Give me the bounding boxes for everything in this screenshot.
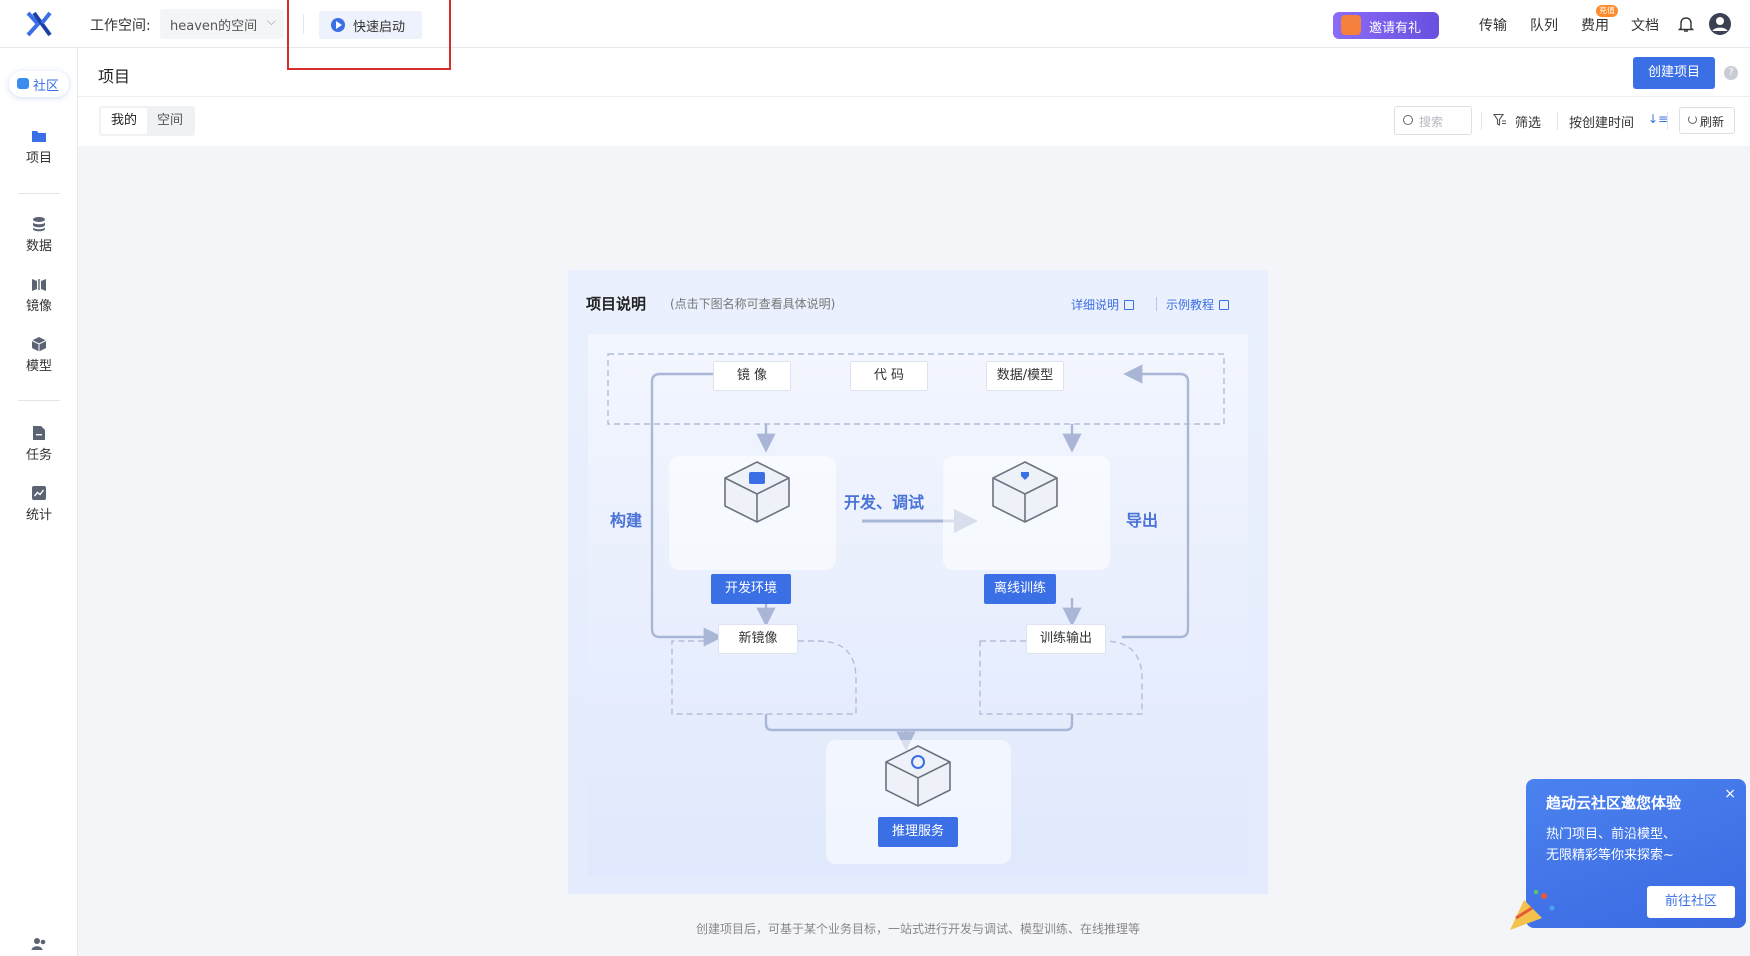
diagram-title: 项目说明 [586, 295, 647, 313]
community-button[interactable]: 社区 [9, 71, 69, 97]
project-diagram-card: 项目说明 (点击下图名称可查看具体说明) 详细说明 示例教程 镜 像 代 码 数… [568, 270, 1268, 894]
diagram-caption: 创建项目后，可基于某个业务目标，一站式进行开发与调试、模型训练、在线推理等 [695, 922, 1140, 936]
sidebar-item-task[interactable]: 任务 [0, 425, 78, 463]
node-new-mirror[interactable]: 新镜像 [718, 624, 798, 654]
folder-icon [32, 131, 46, 142]
offline-train-cube-icon [992, 461, 1058, 523]
refresh-icon [1688, 115, 1697, 124]
page-title: 项目 [98, 67, 131, 86]
workspace-label: 工作空间: [90, 18, 151, 34]
sidebar: 社区 项目 数据 镜像 模型 任务 统计 [0, 48, 78, 956]
sidebar-item-stats[interactable]: 统计 [0, 485, 78, 523]
sidebar-item-label: 数据 [25, 239, 52, 254]
user-avatar-icon[interactable] [1708, 12, 1732, 36]
detail-link[interactable]: 详细说明 [1071, 296, 1135, 313]
workspace-value: heaven的空间 [170, 19, 258, 34]
sidebar-item-mirror[interactable]: 镜像 [0, 276, 78, 314]
nav-docs[interactable]: 文档 [1631, 15, 1659, 35]
database-icon [33, 217, 45, 232]
label-dev-debug: 开发、调试 [844, 493, 925, 512]
top-bar: 工作空间: heaven的空间 ⌵ 快速启动 邀请有礼 传输 队列 费用 充值 … [0, 0, 1750, 70]
node-train-output[interactable]: 训练输出 [1026, 624, 1106, 654]
nav-fee[interactable]: 费用 [1581, 15, 1609, 35]
diagram-subtitle: (点击下图名称可查看具体说明) [670, 297, 836, 311]
sidebar-item-model[interactable]: 模型 [0, 336, 78, 374]
bell-icon[interactable] [1678, 15, 1694, 33]
node-data-model[interactable]: 数据/模型 [986, 361, 1064, 391]
tab-space[interactable]: 空间 [147, 108, 193, 134]
divider [1557, 112, 1558, 130]
dev-env-cube-icon [724, 461, 790, 523]
refresh-label: 刷新 [1700, 115, 1725, 129]
sidebar-item-label: 镜像 [25, 299, 52, 314]
sidebar-item-data[interactable]: 数据 [0, 216, 78, 254]
nav-queue[interactable]: 队列 [1530, 15, 1558, 35]
divider [78, 96, 1750, 97]
party-popper-icon [1510, 890, 1555, 930]
filter-button[interactable]: 筛选 [1493, 112, 1541, 131]
file-icon [33, 426, 45, 440]
tab-mine[interactable]: 我的 [101, 108, 148, 134]
sidebar-item-label: 模型 [25, 359, 52, 374]
sidebar-item-project[interactable]: 项目 [0, 128, 78, 166]
popup-text: 热门项目、前沿模型、 无限精彩等你来探索~ [1546, 824, 1736, 866]
tag-dev-env[interactable]: 开发环境 [711, 574, 791, 604]
sidebar-item-label: 项目 [25, 151, 52, 166]
scope-tabs: 我的 空间 [99, 106, 196, 136]
popup-title: 趋动云社区邀您体验 [1546, 794, 1682, 812]
chart-icon [32, 486, 46, 500]
users-icon[interactable] [31, 937, 47, 951]
logo-icon[interactable] [24, 10, 54, 38]
label-export: 导出 [1126, 511, 1159, 530]
sidebar-item-label: 统计 [25, 508, 52, 523]
gift-icon [1341, 15, 1361, 35]
divider [1481, 112, 1482, 130]
node-code[interactable]: 代 码 [850, 361, 928, 391]
chevron-down-icon: ⌵ [266, 14, 276, 28]
cube-icon [31, 337, 47, 352]
detail-link-label: 详细说明 [1071, 298, 1120, 312]
close-icon[interactable]: × [1724, 786, 1736, 802]
nav-transfer[interactable]: 传输 [1479, 15, 1507, 35]
divider [18, 400, 60, 401]
popup-line: 热门项目、前沿模型、 [1546, 827, 1677, 842]
example-link-label: 示例教程 [1166, 298, 1215, 312]
divider [18, 193, 60, 194]
mirror-icon [32, 279, 46, 291]
highlight-box [287, 0, 451, 70]
external-link-icon [1219, 300, 1230, 310]
create-project-button[interactable]: 创建项目 [1633, 57, 1715, 89]
diagram-canvas: 镜 像 代 码 数据/模型 开发环境 离线训练 开发、调试 构建 导出 新镜像 … [588, 334, 1248, 876]
divider [1156, 297, 1157, 311]
node-mirror[interactable]: 镜 像 [713, 361, 791, 391]
sidebar-item-label: 任务 [25, 448, 52, 463]
tag-inference[interactable]: 推理服务 [878, 817, 958, 847]
search-input[interactable]: 搜索 [1394, 106, 1472, 135]
search-icon [1403, 115, 1413, 125]
refresh-button[interactable]: 刷新 [1679, 107, 1735, 134]
label-build: 构建 [610, 511, 643, 530]
go-community-button[interactable]: 前往社区 [1647, 886, 1735, 918]
filter-label: 筛选 [1515, 116, 1542, 131]
example-link[interactable]: 示例教程 [1166, 296, 1230, 313]
invite-button[interactable]: 邀请有礼 [1333, 12, 1439, 39]
inference-cube-icon [885, 745, 951, 807]
help-icon[interactable]: ? [1724, 66, 1738, 80]
filter-icon [1493, 113, 1506, 126]
search-placeholder: 搜索 [1419, 115, 1444, 129]
sort-select[interactable]: 按创建时间 [1569, 112, 1634, 131]
tag-offline-train[interactable]: 离线训练 [984, 574, 1056, 604]
external-link-icon [1124, 300, 1135, 310]
fee-badge: 充值 [1596, 5, 1618, 17]
workspace-select[interactable]: heaven的空间 ⌵ [160, 9, 284, 39]
popup-line: 无限精彩等你来探索~ [1546, 848, 1674, 863]
cloud-icon [17, 78, 29, 89]
invite-label: 邀请有礼 [1369, 21, 1422, 36]
divider [1667, 112, 1668, 130]
community-label: 社区 [33, 79, 60, 94]
sort-order-icon[interactable]: ↓≡ [1648, 112, 1668, 126]
